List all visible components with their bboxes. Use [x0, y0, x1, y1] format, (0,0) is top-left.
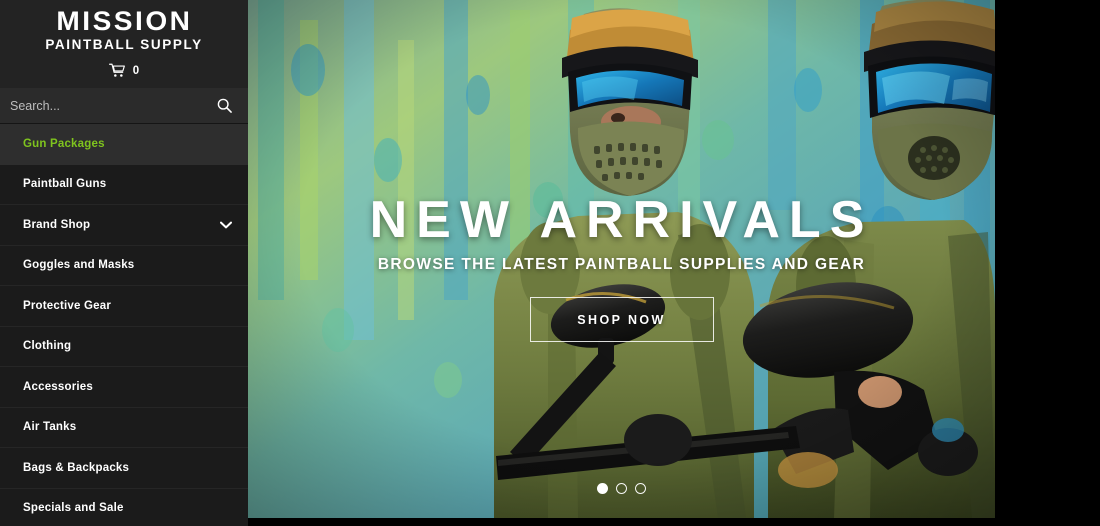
- sidebar-item-protective-gear[interactable]: Protective Gear: [0, 286, 248, 327]
- sidebar-item-paintball-guns[interactable]: Paintball Guns: [0, 164, 248, 205]
- sidebar-item-label: Gun Packages: [23, 137, 105, 150]
- hero-banner: NEW ARRIVALS BROWSE THE LATEST PAINTBALL…: [248, 0, 995, 518]
- sidebar-item-label: Specials and Sale: [23, 502, 124, 515]
- sidebar-item-label: Brand Shop: [23, 218, 91, 231]
- sidebar-item-specials-and-sale[interactable]: Specials and Sale: [0, 488, 248, 526]
- sidebar-item-label: Protective Gear: [23, 299, 112, 312]
- sidebar-item-label: Accessories: [23, 380, 93, 393]
- search-input[interactable]: [10, 98, 217, 113]
- chevron-down-icon[interactable]: [220, 221, 232, 229]
- carousel-dots: [248, 483, 995, 494]
- hero-title: NEW ARRIVALS: [369, 191, 874, 249]
- hero-subtitle: BROWSE THE LATEST PAINTBALL SUPPLIES AND…: [377, 256, 866, 273]
- sidebar-item-brand-shop[interactable]: Brand Shop: [0, 205, 248, 246]
- hero-content: NEW ARRIVALS BROWSE THE LATEST PAINTBALL…: [248, 0, 995, 518]
- sidebar-item-label: Air Tanks: [23, 421, 77, 434]
- cart-widget[interactable]: 0: [108, 63, 140, 78]
- shopping-cart-icon: [108, 63, 125, 77]
- search-bar[interactable]: [0, 88, 248, 124]
- sidebar: MISSION PAINTBALL SUPPLY 0 Gun Packages P…: [0, 0, 248, 526]
- sidebar-item-label: Clothing: [23, 340, 72, 353]
- sidebar-item-label: Paintball Guns: [23, 178, 107, 191]
- sidebar-item-bags-backpacks[interactable]: Bags & Backpacks: [0, 448, 248, 489]
- carousel-dot-2[interactable]: [616, 483, 627, 494]
- cart-item-count: 0: [132, 64, 140, 77]
- sidebar-item-label: Bags & Backpacks: [23, 461, 130, 474]
- sidebar-item-clothing[interactable]: Clothing: [0, 326, 248, 367]
- sidebar-item-gun-packages[interactable]: Gun Packages: [0, 124, 248, 165]
- brand-header: MISSION PAINTBALL SUPPLY 0: [0, 0, 248, 88]
- brand-name-secondary: PAINTBALL SUPPLY: [45, 37, 203, 52]
- search-icon[interactable]: [217, 98, 232, 113]
- brand-name-primary: MISSION: [55, 6, 193, 36]
- sidebar-item-air-tanks[interactable]: Air Tanks: [0, 407, 248, 448]
- carousel-dot-1[interactable]: [597, 483, 608, 494]
- carousel-dot-3[interactable]: [635, 483, 646, 494]
- sidebar-item-accessories[interactable]: Accessories: [0, 367, 248, 408]
- sidebar-item-label: Goggles and Masks: [23, 259, 135, 272]
- page-root: MISSION PAINTBALL SUPPLY 0 Gun Packages P…: [0, 0, 1100, 526]
- shop-now-button[interactable]: SHOP NOW: [529, 297, 714, 342]
- sidebar-nav: Gun Packages Paintball Guns Brand Shop Gogg…: [0, 124, 248, 526]
- sidebar-item-goggles-and-masks[interactable]: Goggles and Masks: [0, 245, 248, 286]
